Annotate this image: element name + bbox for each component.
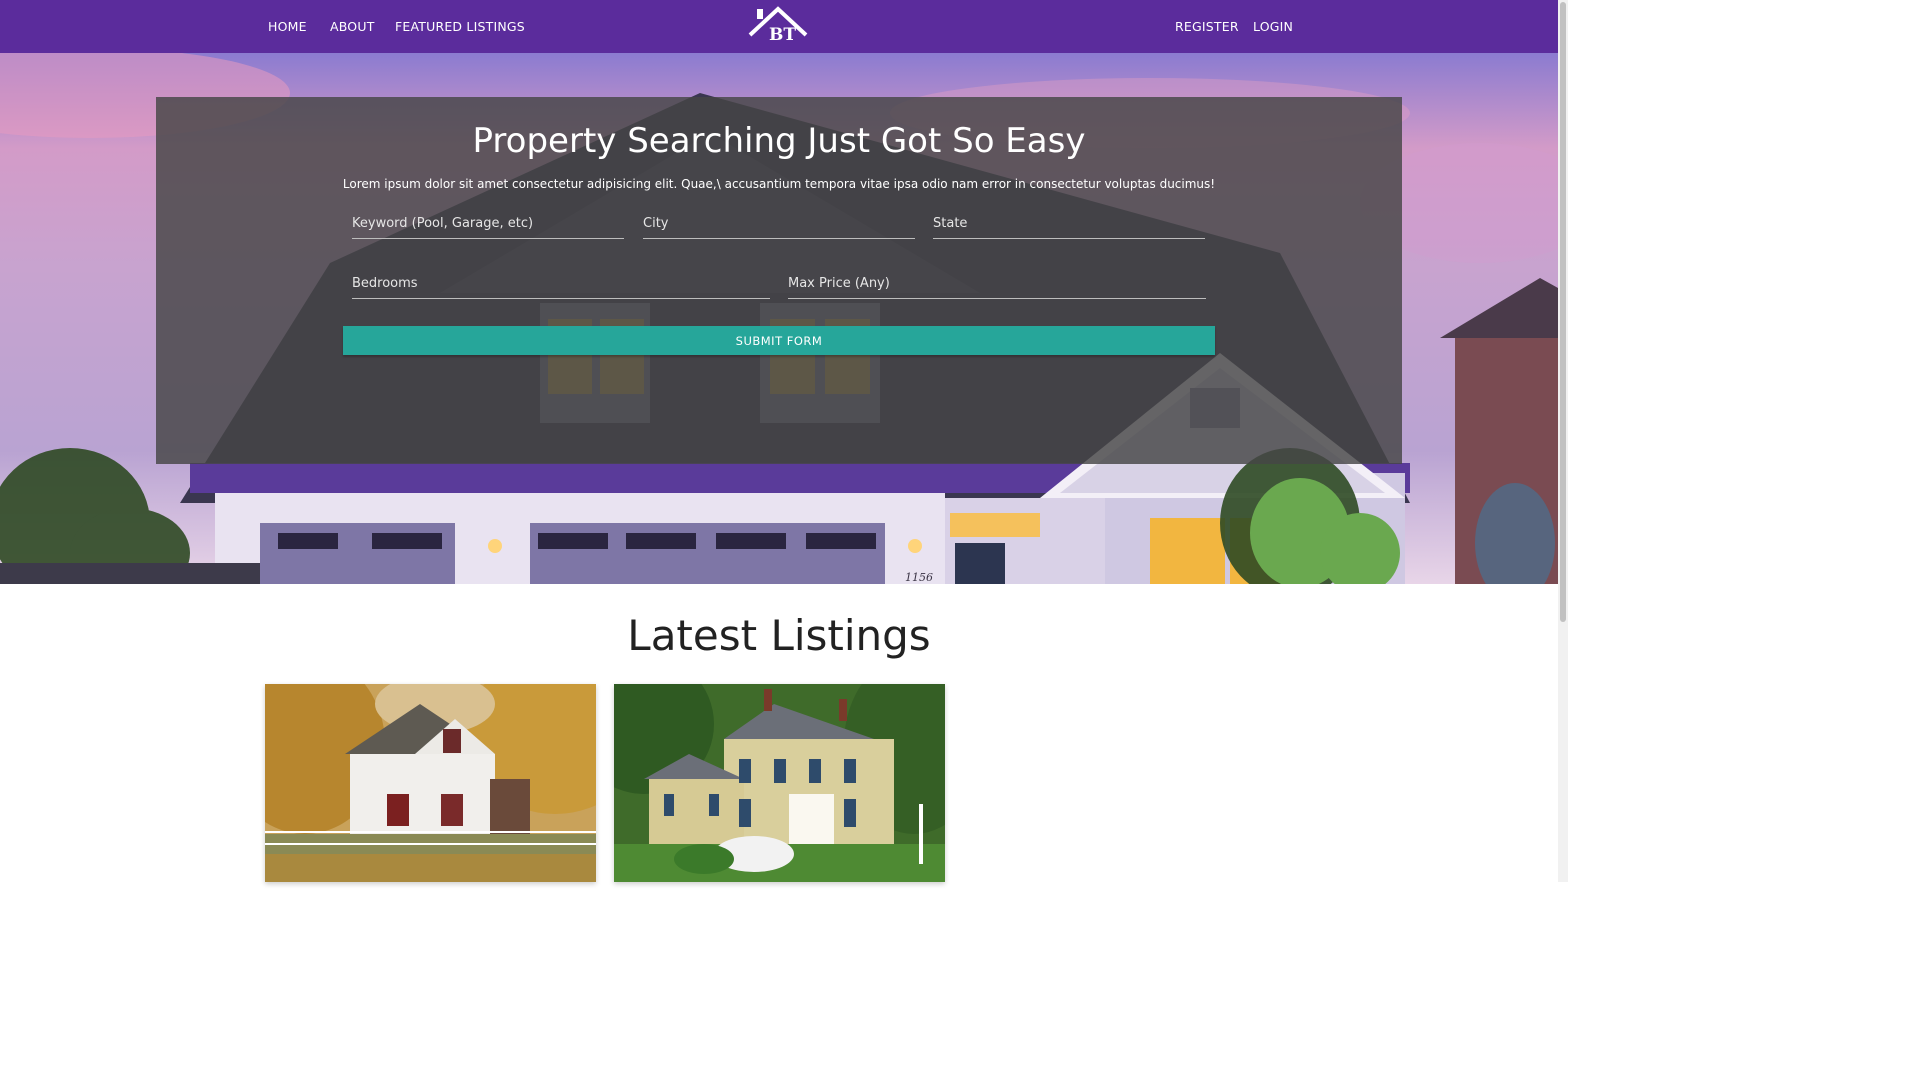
hero-section: 1156 Property Searching Just Got So Easy… — [0, 53, 1558, 584]
listing-card[interactable] — [265, 684, 596, 882]
logo-text: BT — [769, 25, 796, 43]
keyword-input[interactable] — [352, 209, 624, 239]
top-navbar: HOME ABOUT FEATURED LISTINGS BT REGISTER… — [0, 0, 1558, 53]
nav-login-link[interactable]: LOGIN — [1253, 20, 1293, 34]
nav-featured-listings-link[interactable]: FEATURED LISTINGS — [395, 20, 525, 34]
listing-photo-white-farmhouse — [265, 684, 596, 882]
latest-listings-heading: Latest Listings — [627, 611, 931, 660]
state-input[interactable] — [933, 209, 1205, 239]
max-price-select[interactable] — [788, 269, 1206, 299]
listing-photo-beige-colonial — [614, 684, 945, 882]
listing-card[interactable] — [614, 684, 945, 882]
city-input[interactable] — [643, 209, 915, 239]
scrollbar-thumb[interactable] — [1560, 2, 1566, 622]
bedrooms-select[interactable] — [352, 269, 770, 299]
nav-register-link[interactable]: REGISTER — [1175, 20, 1239, 34]
nav-home-link[interactable]: HOME — [268, 20, 307, 34]
search-title: Property Searching Just Got So Easy — [472, 121, 1086, 161]
house-number-text: 1156 — [905, 571, 933, 584]
search-subtitle: Lorem ipsum dolor sit amet consectetur a… — [342, 177, 1216, 191]
submit-form-button[interactable]: SUBMIT FORM — [343, 326, 1215, 355]
property-search-panel: Property Searching Just Got So Easy Lore… — [156, 97, 1402, 464]
nav-about-link[interactable]: ABOUT — [330, 20, 375, 34]
brand-logo-icon[interactable]: BT — [745, 5, 811, 43]
